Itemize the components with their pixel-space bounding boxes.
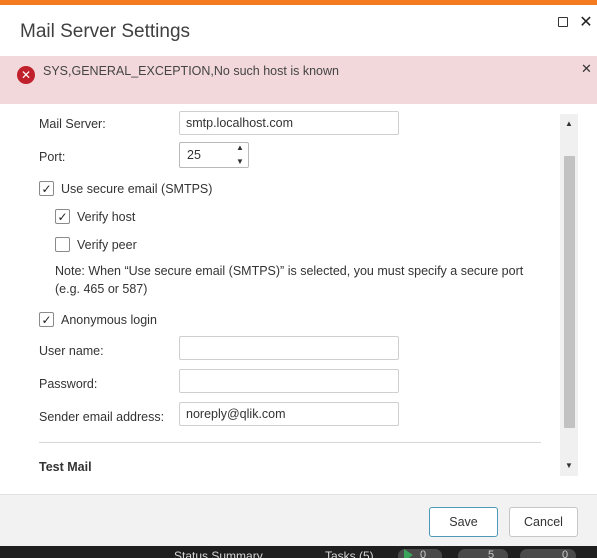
checkbox-empty-icon[interactable]	[55, 237, 70, 252]
verify-peer-label: Verify peer	[77, 237, 137, 252]
port-label: Port:	[39, 150, 66, 164]
secure-port-note: Note: When “Use secure email (SMTPS)” is…	[55, 264, 524, 296]
dialog-footer: Save Cancel	[0, 494, 597, 546]
scroll-up-icon[interactable]: ▲	[560, 118, 578, 130]
port-stepper[interactable]: 25 ▲ ▼	[179, 142, 249, 168]
status-taskbar: Status Summary Tasks (5) 0 5 0	[0, 546, 597, 558]
port-spinner[interactable]: ▲ ▼	[234, 144, 246, 166]
error-message: SYS,GENERAL_EXCEPTION,No such host is kn…	[43, 64, 339, 78]
vertical-scrollbar[interactable]: ▲ ▼	[560, 114, 578, 476]
close-icon: ✕	[581, 61, 592, 76]
queued-tasks-pill[interactable]	[458, 549, 508, 558]
tasks-tab[interactable]: Tasks (5)	[325, 549, 374, 558]
dialog-title: Mail Server Settings	[20, 21, 191, 42]
checkmark-icon[interactable]: ✓	[39, 181, 54, 196]
maximize-icon	[558, 17, 568, 27]
user-name-label: User name:	[39, 344, 104, 358]
password-label: Password:	[39, 377, 98, 391]
dismiss-error-button[interactable]: ✕	[581, 61, 592, 77]
running-count: 0	[420, 549, 427, 558]
use-secure-email-label: Use secure email (SMTPS)	[61, 181, 213, 196]
sender-email-label: Sender email address:	[39, 410, 165, 424]
close-dialog-button[interactable]: ✕	[578, 14, 594, 31]
user-name-input[interactable]	[179, 336, 399, 360]
mail-server-input[interactable]	[179, 111, 399, 135]
sender-email-input[interactable]	[179, 402, 399, 426]
queued-count: 5	[488, 549, 495, 558]
password-input[interactable]	[179, 369, 399, 393]
port-value: 25	[187, 148, 201, 162]
cancel-button[interactable]: Cancel	[509, 507, 578, 537]
scroll-down-icon[interactable]: ▼	[560, 460, 578, 472]
chevron-up-icon[interactable]: ▲	[236, 144, 244, 152]
error-banner: ✕ SYS,GENERAL_EXCEPTION,No such host is …	[0, 56, 597, 104]
verify-host-checkbox[interactable]: ✓ Verify host	[55, 209, 135, 224]
checkmark-icon[interactable]: ✓	[55, 209, 70, 224]
chevron-down-icon[interactable]: ▼	[236, 158, 244, 166]
checkmark-icon[interactable]: ✓	[39, 312, 54, 327]
play-icon	[404, 549, 413, 558]
anonymous-login-label: Anonymous login	[61, 312, 157, 327]
mail-server-label: Mail Server:	[39, 117, 106, 131]
other-count: 0	[562, 549, 569, 558]
test-mail-heading: Test Mail	[39, 460, 92, 474]
verify-peer-checkbox[interactable]: Verify peer	[55, 237, 137, 252]
close-icon: ✕	[579, 14, 593, 31]
scrollbar-thumb[interactable]	[564, 156, 575, 428]
top-accent-bar	[0, 0, 597, 5]
error-circle-icon: ✕	[17, 66, 35, 84]
save-button[interactable]: Save	[429, 507, 498, 537]
status-summary-tab[interactable]: Status Summary	[174, 549, 263, 558]
anonymous-login-checkbox[interactable]: ✓ Anonymous login	[39, 312, 157, 327]
verify-host-label: Verify host	[77, 209, 136, 224]
use-secure-email-checkbox[interactable]: ✓ Use secure email (SMTPS)	[39, 181, 212, 196]
section-divider	[39, 442, 541, 443]
maximize-button[interactable]	[555, 14, 571, 30]
settings-form: Mail Server: Port: 25 ▲ ▼ ✓ Use secure e…	[0, 104, 560, 474]
